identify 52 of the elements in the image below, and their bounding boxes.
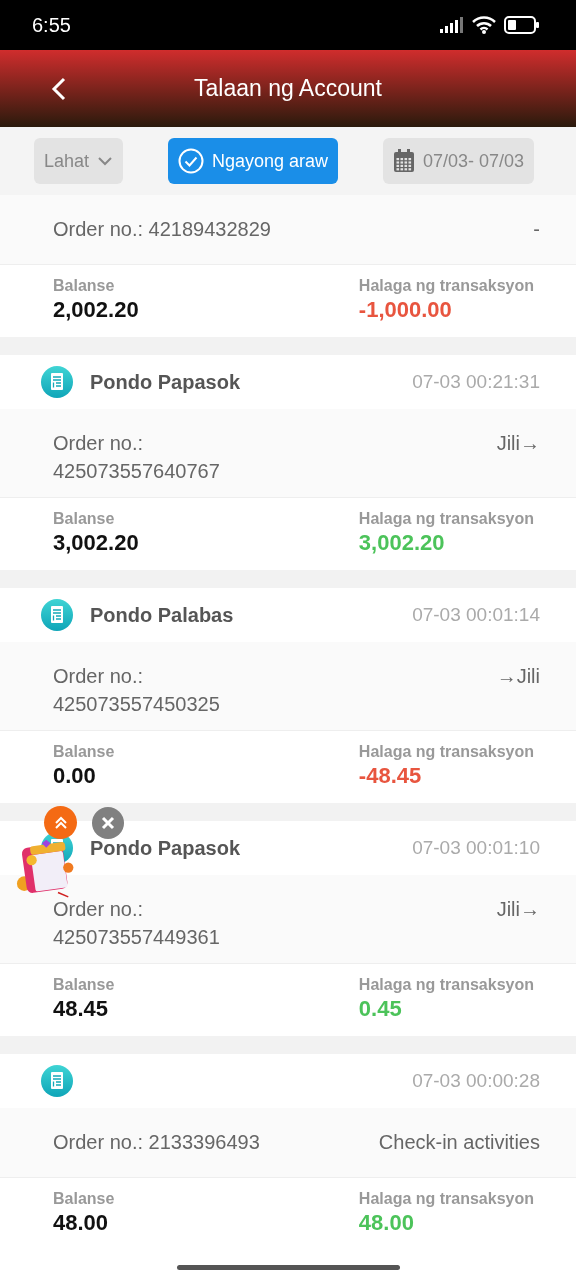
balance-label: Balanse: [53, 976, 115, 994]
amount-label: Halaga ng transaksyon: [358, 510, 534, 528]
battery-icon: [504, 16, 540, 34]
chevron-down-icon: [97, 156, 114, 166]
record-time: 07-03 00:00:28: [412, 1070, 540, 1092]
order-number: Order no.: 425073557450325: [53, 664, 221, 717]
filter-button[interactable]: Ngayong araw: [167, 138, 338, 184]
record-title: Pondo Papasok: [90, 836, 241, 860]
receipt-icon: [40, 1064, 74, 1098]
record-title: Pondo Palabas: [90, 603, 234, 627]
record-note: Jili→: [496, 897, 540, 922]
amount-value: -48.45: [358, 763, 423, 789]
record-note: Check-in activities: [378, 1130, 540, 1155]
status-time: 6:55: [32, 13, 71, 37]
record-note: Jili→: [496, 431, 540, 456]
balance-label: Balanse: [53, 743, 115, 761]
record-time: 07-03 00:01:10: [412, 837, 540, 859]
amount-value: -1,000.00: [358, 297, 453, 323]
balance-label: Balanse: [53, 1190, 115, 1208]
filter-button[interactable]: Lahat: [34, 138, 124, 184]
wifi-icon: [472, 16, 496, 34]
record-title: Pondo Papasok: [90, 370, 241, 394]
balance-value: 48.00: [53, 1210, 110, 1236]
amount-label: Halaga ng transaksyon: [358, 743, 534, 761]
check-circle-icon: [177, 148, 204, 174]
balance-label: Balanse: [53, 510, 116, 528]
balance-value: 48.45: [53, 996, 110, 1022]
calendar-icon: [392, 149, 415, 173]
order-number: Order no.: 2133396493: [53, 1130, 260, 1155]
balance-value: 3,002.20: [53, 530, 139, 556]
balance-value: 0.00: [53, 763, 97, 789]
record-time: 07-03 00:21:31: [412, 371, 540, 393]
balance-label: Balanse: [53, 277, 116, 295]
amount-value: 0.45: [358, 996, 403, 1022]
filter-button[interactable]: 07/03- 07/03: [382, 138, 534, 184]
amount-value: 48.00: [358, 1210, 415, 1236]
signal-icon: [440, 17, 464, 33]
close-icon: [101, 816, 115, 830]
receipt-icon: [40, 598, 74, 632]
record-time: 07-03 00:01:14: [412, 604, 540, 626]
record-note: -: [533, 217, 540, 242]
page-title: Talaan ng Account: [194, 75, 382, 102]
record-note: →Jili: [496, 664, 540, 689]
order-number: Order no.: 425073557640767: [53, 431, 221, 484]
amount-label: Halaga ng transaksyon: [358, 1190, 534, 1208]
amount-label: Halaga ng transaksyon: [358, 277, 534, 295]
order-number: Order no.: 42189432829: [53, 217, 271, 242]
balance-value: 2,002.20: [53, 297, 139, 323]
amount-value: 3,002.20: [358, 530, 446, 556]
receipt-icon: [40, 365, 74, 399]
amount-label: Halaga ng transaksyon: [358, 976, 534, 994]
order-number: Order no.: 425073557449361: [53, 897, 221, 950]
